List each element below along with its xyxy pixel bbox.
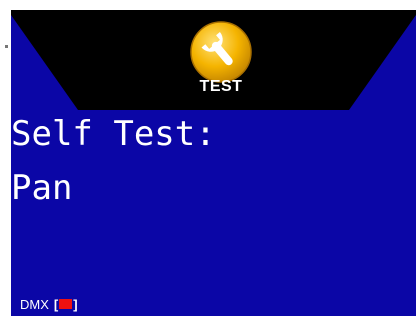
device-screen: TEST Self Test: Pan DMX [ ] <box>11 10 416 316</box>
dmx-label: DMX <box>20 296 49 312</box>
status-bar: DMX [ ] <box>20 296 78 312</box>
dmx-bracket-close: ] <box>73 296 78 312</box>
dmx-status-indicator <box>59 299 73 309</box>
test-item: Pan <box>11 168 73 208</box>
dmx-bracket-open: [ <box>53 296 59 312</box>
mode-label: TEST <box>199 78 243 95</box>
self-test-title: Self Test: <box>11 114 216 154</box>
border-dot <box>5 45 8 48</box>
wrench-icon <box>189 20 253 84</box>
